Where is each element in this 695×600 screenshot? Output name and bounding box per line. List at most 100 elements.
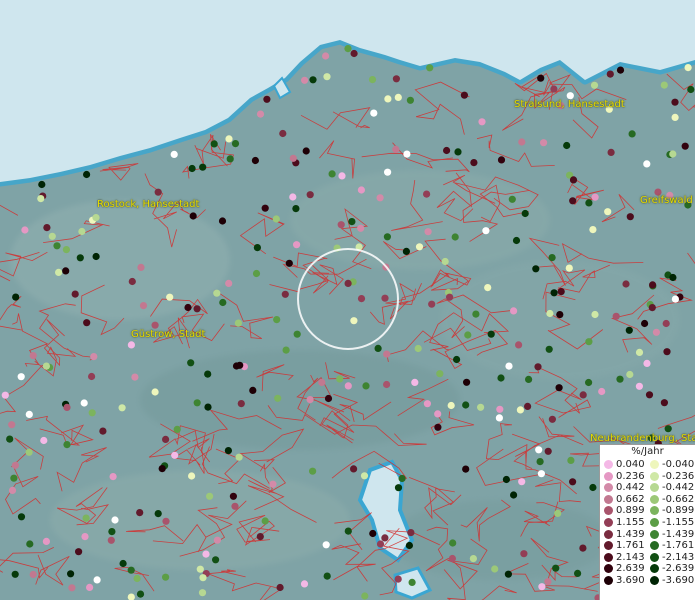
measurement-point[interactable] — [293, 241, 301, 249]
measurement-point[interactable] — [607, 148, 615, 156]
measurement-point[interactable] — [484, 284, 492, 292]
measurement-point[interactable] — [515, 341, 523, 349]
measurement-point[interactable] — [210, 140, 218, 148]
measurement-point[interactable] — [622, 280, 630, 288]
measurement-point[interactable] — [502, 475, 510, 484]
measurement-point[interactable] — [423, 400, 431, 408]
measurement-point[interactable] — [344, 45, 352, 53]
measurement-point[interactable] — [88, 372, 96, 381]
measurement-point[interactable] — [119, 559, 127, 568]
measurement-point[interactable] — [48, 232, 56, 240]
measurement-point[interactable] — [497, 156, 506, 164]
measurement-point[interactable] — [681, 142, 689, 150]
measurement-point[interactable] — [516, 406, 525, 414]
measurement-point[interactable] — [11, 570, 19, 578]
measurement-point[interactable] — [383, 350, 391, 358]
measurement-point[interactable] — [441, 257, 449, 266]
measurement-point[interactable] — [63, 403, 71, 411]
measurement-point[interactable] — [213, 289, 221, 297]
measurement-point[interactable] — [198, 589, 207, 597]
measurement-point[interactable] — [407, 529, 415, 537]
measurement-point[interactable] — [495, 414, 503, 422]
measurement-point[interactable] — [537, 74, 545, 82]
measurement-point[interactable] — [451, 233, 459, 241]
measurement-point[interactable] — [374, 344, 382, 352]
measurement-point[interactable] — [249, 386, 257, 394]
measurement-point[interactable] — [478, 118, 486, 126]
measurement-point[interactable] — [62, 246, 70, 254]
measurement-point[interactable] — [585, 378, 593, 387]
measurement-point[interactable] — [344, 279, 352, 287]
measurement-point[interactable] — [154, 188, 162, 196]
measurement-point[interactable] — [127, 566, 135, 574]
measurement-point[interactable] — [660, 399, 669, 407]
measurement-point[interactable] — [532, 265, 540, 273]
measurement-point[interactable] — [684, 64, 692, 72]
measurement-point[interactable] — [322, 541, 330, 549]
measurement-point[interactable] — [536, 458, 544, 466]
measurement-point[interactable] — [509, 491, 518, 499]
measurement-point[interactable] — [37, 195, 45, 203]
measurement-point[interactable] — [21, 226, 29, 234]
measurement-point[interactable] — [82, 514, 90, 522]
measurement-point[interactable] — [225, 135, 233, 143]
measurement-point[interactable] — [641, 319, 649, 328]
measurement-point[interactable] — [538, 583, 546, 591]
measurement-point[interactable] — [83, 170, 91, 179]
measurement-point[interactable] — [29, 352, 37, 360]
measurement-point[interactable] — [585, 338, 593, 346]
measurement-point[interactable] — [563, 141, 571, 150]
measurement-point[interactable] — [224, 447, 232, 455]
measurement-point[interactable] — [579, 391, 587, 399]
measurement-point[interactable] — [338, 172, 346, 180]
measurement-point[interactable] — [463, 378, 471, 386]
measurement-point[interactable] — [423, 190, 431, 198]
measurement-point[interactable] — [652, 328, 661, 336]
measurement-point[interactable] — [99, 427, 107, 435]
measurement-point[interactable] — [626, 370, 634, 379]
measurement-point[interactable] — [274, 394, 282, 402]
measurement-point[interactable] — [86, 583, 94, 592]
measurement-point[interactable] — [83, 319, 91, 327]
measurement-point[interactable] — [263, 95, 271, 103]
measurement-point[interactable] — [552, 564, 560, 572]
measurement-point[interactable] — [252, 269, 261, 278]
measurement-point[interactable] — [383, 233, 391, 241]
measurement-point[interactable] — [309, 76, 317, 84]
measurement-point[interactable] — [53, 242, 61, 250]
measurement-point[interactable] — [381, 534, 389, 542]
measurement-point[interactable] — [171, 451, 179, 459]
measurement-point[interactable] — [447, 401, 455, 410]
measurement-point[interactable] — [482, 227, 490, 235]
measurement-point[interactable] — [505, 362, 513, 370]
measurement-point[interactable] — [285, 259, 293, 267]
measurement-point[interactable] — [88, 409, 96, 417]
measurement-point[interactable] — [509, 307, 518, 315]
measurement-point[interactable] — [360, 472, 369, 480]
measurement-point[interactable] — [669, 273, 677, 282]
measurement-point[interactable] — [301, 76, 309, 84]
measurement-point[interactable] — [574, 569, 582, 578]
measurement-point[interactable] — [350, 317, 358, 325]
measurement-point[interactable] — [133, 574, 141, 583]
measurement-point[interactable] — [569, 478, 577, 486]
measurement-point[interactable] — [90, 353, 98, 361]
measurement-point[interactable] — [196, 565, 204, 573]
measurement-point[interactable] — [136, 508, 144, 517]
measurement-point[interactable] — [555, 384, 563, 392]
measurement-point[interactable] — [497, 374, 505, 382]
measurement-point[interactable] — [426, 64, 434, 72]
measurement-point[interactable] — [448, 554, 456, 563]
measurement-point[interactable] — [344, 527, 352, 535]
measurement-point[interactable] — [550, 85, 558, 93]
measurement-point[interactable] — [11, 461, 19, 469]
measurement-point[interactable] — [128, 277, 136, 286]
measurement-point[interactable] — [585, 199, 593, 207]
measurement-point[interactable] — [272, 215, 280, 223]
measurement-point[interactable] — [598, 387, 606, 396]
measurement-point[interactable] — [518, 478, 526, 486]
measurement-point[interactable] — [231, 140, 240, 148]
measurement-point[interactable] — [151, 321, 159, 329]
measurement-point[interactable] — [449, 539, 457, 547]
measurement-point[interactable] — [261, 204, 269, 212]
